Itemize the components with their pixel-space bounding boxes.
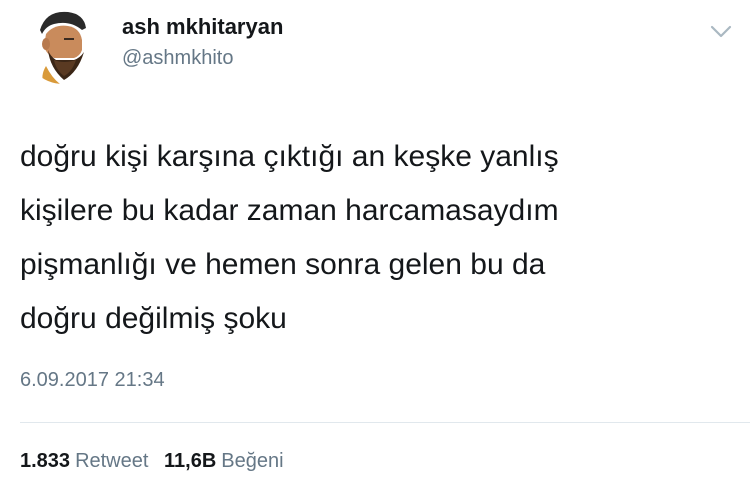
- divider: [20, 422, 750, 423]
- tweet-text-line: kişilere bu kadar zaman harcamasaydım: [20, 194, 559, 227]
- bearded-man-avatar-icon: [24, 6, 102, 84]
- tweet-text-line: doğru kişi karşına çıktığı an keşke yanl…: [20, 140, 559, 173]
- like-stat[interactable]: 11,6B Beğeni: [164, 450, 284, 473]
- retweet-count: 1.833: [20, 450, 71, 472]
- retweet-label: Retweet: [75, 450, 149, 472]
- retweet-stat[interactable]: 1.833 Retweet: [20, 450, 148, 473]
- tweet-text-line: doğru değilmiş şoku: [20, 302, 287, 335]
- chevron-down-icon[interactable]: [708, 20, 734, 42]
- like-label: Beğeni: [221, 450, 284, 472]
- tweet-text: doğru kişi karşına çıktığı an keşke yanl…: [20, 130, 720, 346]
- tweet-timestamp[interactable]: 6.09.2017 21:34: [20, 369, 165, 392]
- tweet-stats: 1.833 Retweet 11,6B Beğeni: [20, 450, 284, 473]
- display-name[interactable]: ash mkhitaryan: [122, 14, 283, 40]
- like-count: 11,6B: [164, 450, 217, 472]
- user-handle[interactable]: @ashmkhito: [122, 47, 233, 70]
- tweet-text-line: pişmanlığı ve hemen sonra gelen bu da: [20, 248, 546, 281]
- avatar[interactable]: [24, 6, 102, 84]
